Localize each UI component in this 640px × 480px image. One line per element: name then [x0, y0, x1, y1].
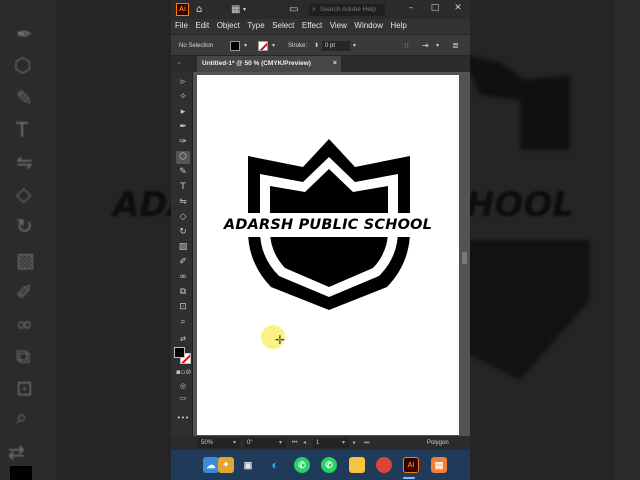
last-artboard-icon[interactable]: ⏭ [364, 436, 369, 450]
magic-wand-tool-icon[interactable]: ✧ [176, 91, 190, 104]
help-search-input[interactable]: ⌕ Search Adobe Help [309, 4, 385, 16]
whatsapp-business-icon[interactable]: ✆ [321, 457, 337, 473]
close-tab-icon[interactable]: × [333, 56, 337, 72]
help-search-placeholder: Search Adobe Help [320, 6, 377, 13]
rotation-dropdown-icon[interactable]: ▾ [279, 436, 282, 450]
status-bar: 50% ▾ 0° ▾ ⏮ ◂ 1 ▾ ▸ ⏭ Polygon [171, 436, 470, 450]
eraser-tool-icon[interactable]: ◇ [176, 211, 190, 224]
whatsapp-icon[interactable]: ✆ [294, 457, 310, 473]
blend-tool-icon[interactable]: ∞ [176, 271, 190, 284]
stroke-weight-input[interactable]: 0 pt [322, 41, 350, 51]
title-bar: Ai ⌂ ▦ ▾ ▭ ⌕ Search Adobe Help – □ ✕ [171, 0, 470, 19]
align-icon[interactable]: ⁞⁞ [404, 35, 409, 57]
zoom-level-value: 50% [201, 440, 214, 446]
illustrator-window: Ai ⌂ ▦ ▾ ▭ ⌕ Search Adobe Help – □ ✕ Fil… [171, 0, 470, 480]
screen-mode-icon[interactable]: ▭ [176, 392, 190, 405]
previous-artboard-icon[interactable]: ◂ [303, 436, 306, 450]
paintbrush-tool-icon[interactable]: ✎ [176, 166, 190, 179]
search-icon: ⌕ [312, 6, 316, 13]
menu-object[interactable]: Object [217, 19, 240, 33]
fill-color-swatch[interactable] [230, 41, 240, 51]
menu-edit[interactable]: Edit [195, 19, 209, 33]
more-tools-icon[interactable]: ••• [176, 412, 190, 425]
edge-icon[interactable]: ◐ [267, 457, 283, 473]
zoom-tool-icon[interactable]: ⌕ [176, 316, 190, 329]
windows-taskbar: ☁ ✦ ▣ ◐ ✆ ✆ Ai ▤ [171, 450, 470, 480]
fill-swatch[interactable] [174, 347, 185, 358]
vertical-scrollbar[interactable] [462, 252, 467, 264]
direct-selection-tool-icon[interactable]: ▸ [176, 106, 190, 119]
home-icon[interactable]: ⌂ [196, 0, 202, 19]
illustrator-logo: Ai [176, 3, 189, 16]
next-artboard-icon[interactable]: ▸ [353, 436, 356, 450]
document-tab-bar: » Untitled-1* @ 50 % (CMYK/Preview) × [171, 56, 470, 72]
gradient-tool-icon[interactable]: ▧ [176, 241, 190, 254]
school-name-text[interactable]: ADARSH PUBLIC SCHOOL [197, 213, 459, 237]
weather-icon[interactable]: ✦ [218, 457, 234, 473]
selection-tool-icon[interactable]: ▹ [176, 76, 190, 89]
stroke-weight-dropdown-icon[interactable]: ▾ [353, 35, 356, 57]
document-tab-label: Untitled-1* @ 50 % (CMYK/Preview) [202, 60, 311, 67]
arrange-icon[interactable]: ⇥ [422, 35, 429, 57]
color-mode-icon[interactable]: ▪▫⊘ [176, 366, 191, 379]
selection-status: No Selection [179, 43, 214, 49]
canvas-area[interactable]: ADARSH PUBLIC SCHOOL ✛ [193, 72, 470, 436]
control-bar: No Selection ▾ ▾ Stroke: ⬍ 0 pt ▾ ⁞⁞ ⇥ ▾… [171, 34, 470, 56]
artboard[interactable]: ADARSH PUBLIC SCHOOL [197, 75, 459, 435]
rotate-tool-icon[interactable]: ↻ [176, 226, 190, 239]
close-icon[interactable]: ✕ [450, 0, 466, 17]
swap-fill-stroke-icon[interactable]: ⇄ [176, 333, 190, 346]
workspace-switcher-icon[interactable]: ▭ [289, 0, 298, 19]
arrange-dropdown-icon[interactable]: ▾ [436, 35, 439, 57]
arrange-documents-icon[interactable]: ▦ [231, 0, 240, 19]
menu-effect[interactable]: Effect [302, 19, 322, 33]
crosshair-cursor-icon: ✛ [275, 333, 286, 347]
paint-icon[interactable]: ▤ [431, 457, 447, 473]
widgets-icon[interactable]: ☁ [203, 457, 219, 473]
eyedropper-tool-icon[interactable]: ✐ [176, 256, 190, 269]
stroke-color-swatch[interactable] [258, 41, 268, 51]
menu-window[interactable]: Window [354, 19, 382, 33]
reflect-tool-icon[interactable]: ⇋ [176, 196, 190, 209]
task-view-icon[interactable]: ▣ [240, 457, 256, 473]
curvature-tool-icon[interactable]: ✑ [176, 136, 190, 149]
background-scrollbar-strip [614, 0, 640, 480]
menu-bar: File Edit Object Type Select Effect View… [171, 19, 470, 33]
menu-view[interactable]: View [330, 19, 347, 33]
illustrator-taskbar-icon[interactable]: Ai [403, 457, 419, 473]
panel-menu-icon[interactable]: ≣ [452, 35, 459, 57]
stroke-label: Stroke: [288, 43, 308, 49]
minimize-icon[interactable]: – [403, 0, 419, 17]
pen-tool-icon[interactable]: ✒ [176, 121, 190, 134]
artboard-dropdown-icon[interactable]: ▾ [342, 436, 345, 450]
symbol-sprayer-tool-icon[interactable]: ⧉ [176, 286, 190, 299]
stroke-stepper-icon[interactable]: ⬍ [314, 35, 319, 57]
file-explorer-icon[interactable] [349, 457, 365, 473]
polygon-tool-icon[interactable]: ⬡ [176, 151, 190, 164]
menu-select[interactable]: Select [272, 19, 294, 33]
tools-panel: ▹ ✧ ▸ ✒ ✑ ⬡ ✎ T ⇋ ◇ ↻ ▧ ✐ ∞ ⧉ ⊡ ⌕ ⇄ ▪▫⊘ … [171, 72, 193, 436]
background-text-right: HOOL [466, 185, 574, 225]
fill-dropdown-icon[interactable]: ▾ [244, 35, 247, 57]
rotation-value: 0° [247, 440, 253, 446]
restore-icon[interactable]: □ [427, 0, 443, 17]
artboard-tool-icon[interactable]: ⊡ [176, 301, 190, 314]
active-app-indicator [403, 477, 415, 479]
document-tab[interactable]: Untitled-1* @ 50 % (CMYK/Preview) × [197, 56, 341, 72]
artboard-number-value: 1 [316, 440, 320, 446]
menu-file[interactable]: File [175, 19, 188, 33]
first-artboard-icon[interactable]: ⏮ [292, 436, 297, 450]
menu-type[interactable]: Type [247, 19, 264, 33]
collapse-toolbar-icon[interactable]: » [177, 56, 181, 72]
chrome-icon[interactable] [376, 457, 392, 473]
shield-logo[interactable] [197, 75, 459, 435]
zoom-dropdown-icon[interactable]: ▾ [233, 436, 236, 450]
chevron-down-icon[interactable]: ▾ [243, 0, 246, 19]
stroke-dropdown-icon[interactable]: ▾ [272, 35, 275, 57]
type-tool-icon[interactable]: T [176, 181, 190, 194]
menu-help[interactable]: Help [390, 19, 406, 33]
current-tool-label: Polygon [427, 440, 449, 446]
